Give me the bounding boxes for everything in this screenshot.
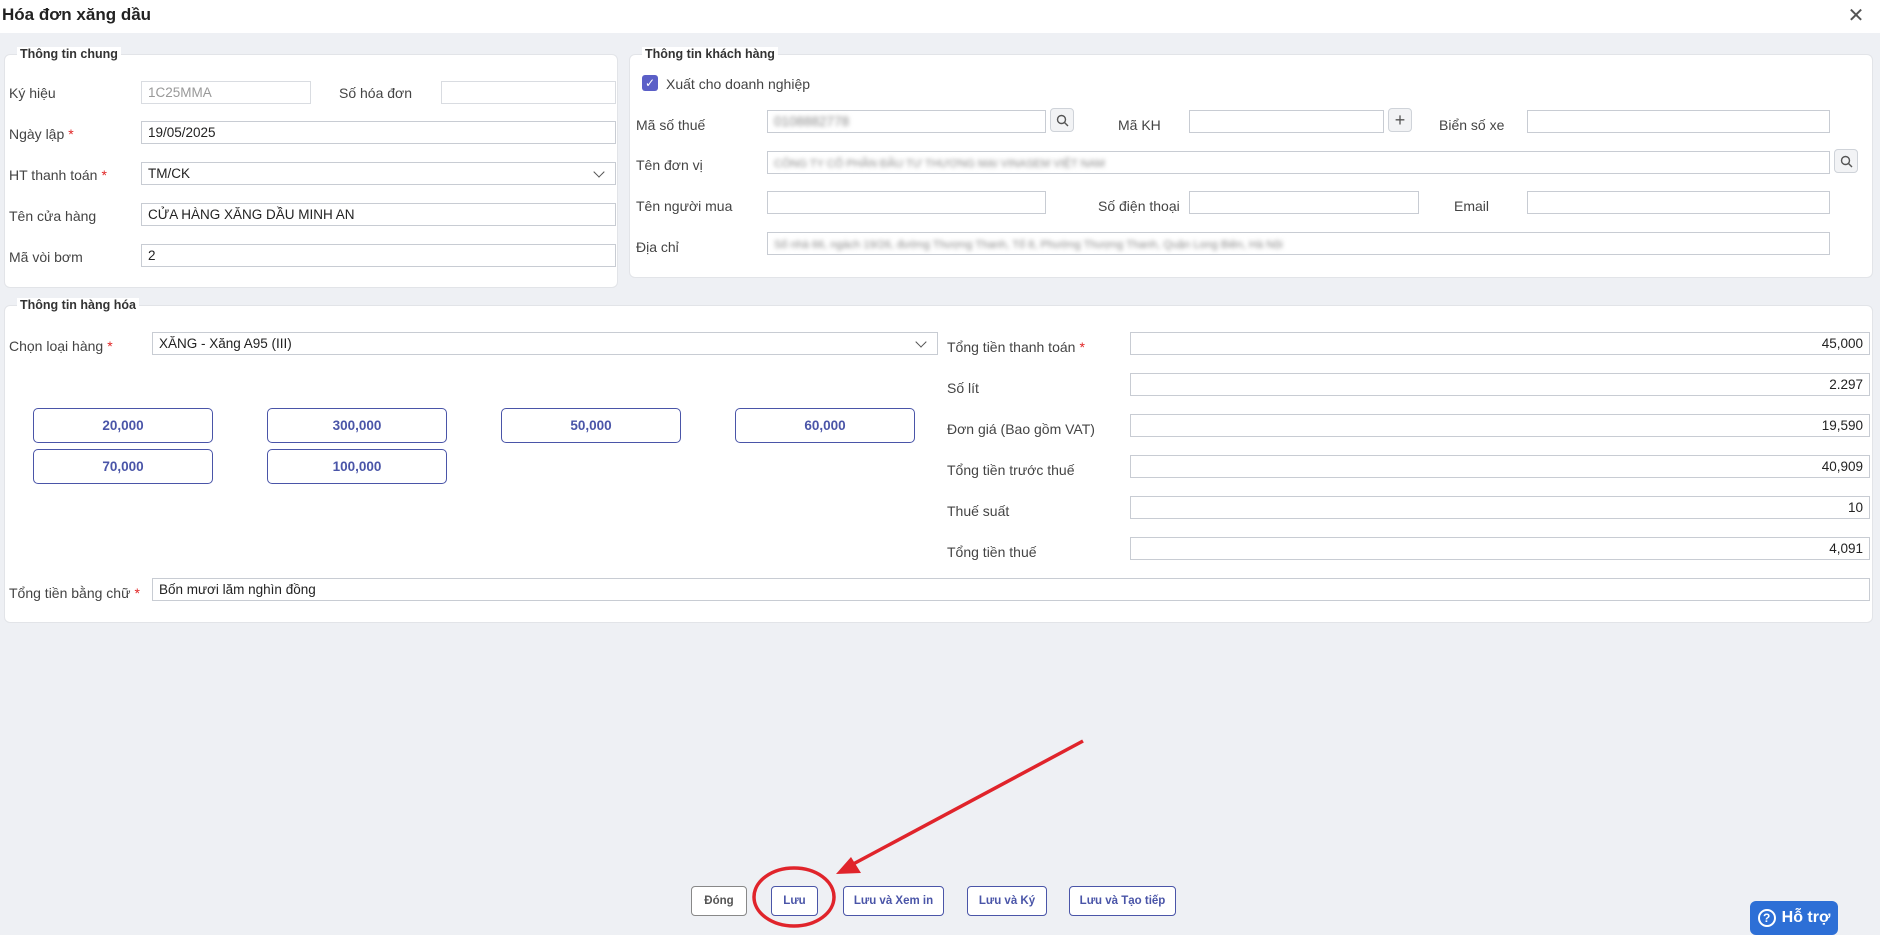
ma-voi-bom-input[interactable]: 2 — [141, 244, 616, 267]
email-label: Email — [1454, 198, 1490, 214]
required-mark: * — [68, 126, 74, 142]
bien-so-xe-input[interactable] — [1527, 110, 1830, 133]
chon-loai-hang-select[interactable]: XĂNG - Xăng A95 (III) — [152, 332, 938, 355]
amount-button-70000[interactable]: 70,000 — [33, 449, 213, 484]
ngay-lap-input[interactable]: 19/05/2025 — [141, 121, 616, 144]
amount-button-60000[interactable]: 60,000 — [735, 408, 915, 443]
so-hoa-don-input[interactable] — [441, 81, 616, 104]
tong-tien-thanh-toan-label: Tổng tiền thanh toán * — [947, 339, 1085, 355]
tong-tien-thue-input[interactable]: 4,091 — [1130, 537, 1870, 560]
ten-cua-hang-input[interactable]: CỬA HÀNG XĂNG DẦU MINH AN — [141, 203, 616, 226]
don-gia-label: Đơn giá (Bao gồm VAT) — [947, 421, 1095, 437]
thue-suat-input[interactable]: 10 — [1130, 496, 1870, 519]
dia-chi-label: Địa chỉ — [636, 239, 679, 255]
ma-so-thue-label: Mã số thuế — [636, 117, 706, 133]
bien-so-xe-label: Biển số xe — [1439, 117, 1505, 133]
help-button[interactable]: ? Hỗ trợ — [1750, 901, 1838, 935]
required-mark: * — [107, 338, 113, 354]
goods-info-title: Thông tin hàng hóa — [17, 298, 139, 312]
required-mark: * — [101, 167, 107, 183]
ma-kh-input[interactable] — [1189, 110, 1384, 133]
plus-icon[interactable]: + — [1388, 108, 1412, 132]
general-info-panel: Thông tin chung Ký hiệu 1C25MMA Số hóa đ… — [4, 47, 618, 288]
thue-suat-label: Thuế suất — [947, 503, 1010, 519]
ten-cua-hang-label: Tên cửa hàng — [9, 208, 97, 224]
chon-loai-hang-text: Chọn loại hàng — [9, 338, 104, 354]
ma-kh-label: Mã KH — [1118, 117, 1161, 133]
amount-button-50000[interactable]: 50,000 — [501, 408, 681, 443]
ten-don-vi-input[interactable]: CÔNG TY CỔ PHẦN ĐẦU TƯ THƯƠNG MẠI VINASE… — [767, 151, 1830, 174]
dia-chi-value: Số nhà 66, ngách 19/26, đường Thượng Tha… — [774, 239, 1283, 251]
dialog-header: Hóa đơn xăng dầu ✕ — [0, 0, 1880, 33]
goods-info-panel: Thông tin hàng hóa Chọn loại hàng * XĂNG … — [4, 298, 1873, 623]
ma-so-thue-input[interactable]: 0108882778 — [767, 110, 1046, 133]
so-dien-thoai-input[interactable] — [1189, 191, 1419, 214]
so-hoa-don-label: Số hóa đơn — [339, 85, 413, 101]
amount-button-300000[interactable]: 300,000 — [267, 408, 447, 443]
so-lit-input[interactable]: 2.297 — [1130, 373, 1870, 396]
ngay-lap-label: Ngày lập * — [9, 126, 74, 142]
tong-tien-thanh-toan-text: Tổng tiền thanh toán — [947, 339, 1076, 355]
email-input[interactable] — [1527, 191, 1830, 214]
tong-tien-truoc-thue-label: Tổng tiền trước thuế — [947, 462, 1075, 478]
save-and-sign-button[interactable]: Lưu và Ký — [967, 886, 1047, 916]
so-lit-label: Số lít — [947, 380, 979, 396]
tong-tien-thanh-toan-input[interactable]: 45,000 — [1130, 332, 1870, 355]
ky-hieu-label: Ký hiệu — [9, 85, 56, 101]
chon-loai-hang-label: Chọn loại hàng * — [9, 338, 113, 354]
save-and-preview-button[interactable]: Lưu và Xem in — [843, 886, 944, 916]
close-button[interactable]: Đóng — [691, 886, 747, 916]
so-dien-thoai-label: Số điện thoại — [1098, 198, 1180, 214]
tong-tien-bang-chu-text: Tổng tiền bằng chữ — [9, 585, 131, 601]
tong-tien-bang-chu-input[interactable]: Bốn mươi lăm nghìn đồng — [152, 578, 1870, 601]
amount-button-100000[interactable]: 100,000 — [267, 449, 447, 484]
tong-tien-truoc-thue-input[interactable]: 40,909 — [1130, 455, 1870, 478]
amount-button-20000[interactable]: 20,000 — [33, 408, 213, 443]
general-info-title: Thông tin chung — [17, 47, 121, 61]
don-gia-input[interactable]: 19,590 — [1130, 414, 1870, 437]
dialog-title: Hóa đơn xăng dầu — [2, 5, 152, 24]
close-icon[interactable]: ✕ — [1844, 4, 1868, 28]
tong-tien-bang-chu-label: Tổng tiền bằng chữ * — [9, 585, 140, 601]
customer-info-panel: Thông tin khách hàng ✓ Xuất cho doanh ng… — [629, 47, 1873, 278]
ht-thanh-toan-text: HT thanh toán — [9, 167, 98, 183]
save-button[interactable]: Lưu — [771, 886, 818, 916]
help-label: Hỗ trợ — [1781, 909, 1831, 926]
ky-hieu-input[interactable]: 1C25MMA — [141, 81, 311, 104]
save-and-new-button[interactable]: Lưu và Tạo tiếp — [1069, 886, 1176, 916]
search-icon[interactable] — [1050, 108, 1074, 132]
search-icon[interactable] — [1834, 149, 1858, 173]
required-mark: * — [1079, 339, 1085, 355]
tong-tien-thue-label: Tổng tiền thuế — [947, 544, 1037, 560]
ten-nguoi-mua-label: Tên người mua — [636, 198, 733, 214]
ht-thanh-toan-select[interactable]: TM/CK — [141, 162, 616, 185]
ht-thanh-toan-label: HT thanh toán * — [9, 167, 107, 183]
ma-voi-bom-label: Mã vòi bơm — [9, 249, 83, 265]
required-mark: * — [134, 585, 140, 601]
ma-so-thue-value: 0108882778 — [774, 114, 850, 129]
ten-don-vi-value: CÔNG TY CỔ PHẦN ĐẦU TƯ THƯƠNG MẠI VINASE… — [774, 158, 1105, 170]
question-icon: ? — [1757, 909, 1776, 927]
xuat-doanh-nghiep-label: Xuất cho doanh nghiệp — [666, 76, 811, 92]
ten-nguoi-mua-input[interactable] — [767, 191, 1046, 214]
customer-info-title: Thông tin khách hàng — [642, 47, 778, 61]
ten-don-vi-label: Tên đơn vị — [636, 157, 703, 173]
annotation-arrowhead — [836, 857, 861, 874]
xuat-doanh-nghiep-checkbox[interactable]: ✓ — [642, 75, 658, 91]
dia-chi-input[interactable]: Số nhà 66, ngách 19/26, đường Thượng Tha… — [767, 232, 1830, 255]
annotation-arrow — [841, 739, 1084, 872]
ngay-lap-text: Ngày lập — [9, 126, 65, 142]
